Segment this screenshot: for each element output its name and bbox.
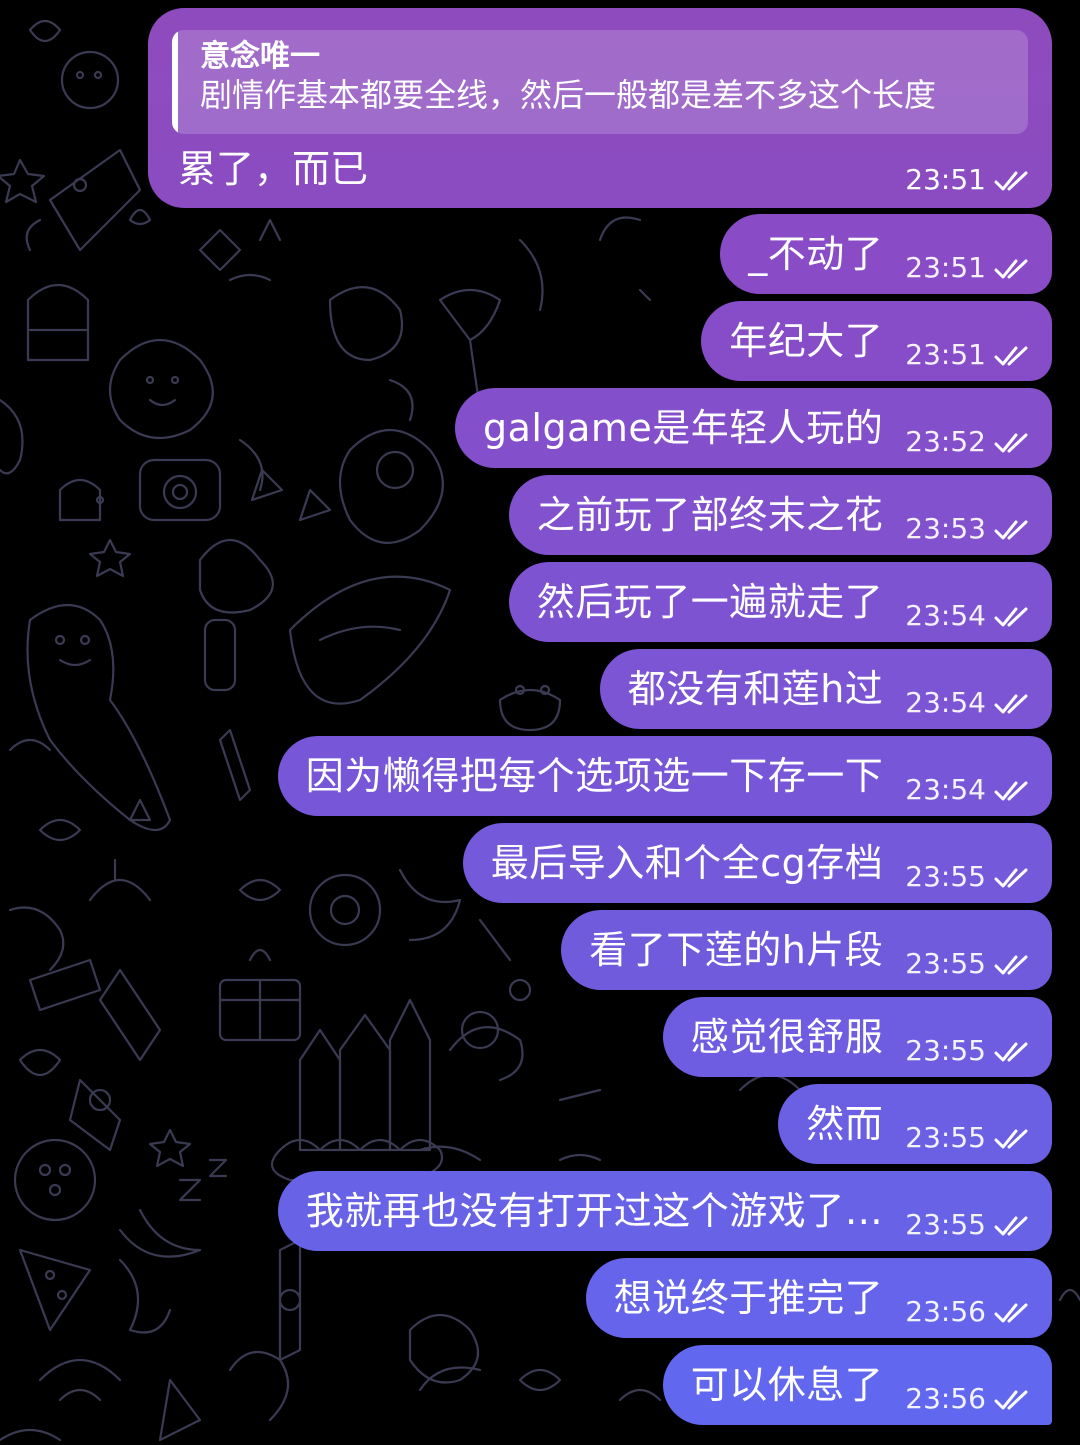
message-meta: 23:56 xyxy=(905,1385,1032,1413)
double-check-icon xyxy=(994,171,1028,191)
double-check-icon xyxy=(994,259,1028,279)
message-time: 23:56 xyxy=(905,1382,986,1415)
message-bubble[interactable]: 想说终于推完了 23:56 xyxy=(585,1258,1052,1338)
message-text: 感觉很舒服 xyxy=(690,1015,884,1059)
message-text: 都没有和莲h过 xyxy=(627,667,884,711)
message-text: 年纪大了 xyxy=(729,319,884,363)
double-check-icon xyxy=(994,1042,1028,1062)
message-meta: 23:55 xyxy=(905,1211,1032,1239)
message-time: 23:56 xyxy=(905,1295,986,1328)
chat-screen: 意念唯一 剧情作基本都要全线，然后一般都是差不多这个长度 累了，而已 23:51… xyxy=(0,0,1080,1445)
message-time: 23:53 xyxy=(905,512,986,545)
double-check-icon xyxy=(994,868,1028,888)
message-bubble[interactable]: galgame是年轻人玩的 23:52 xyxy=(455,388,1052,468)
message-bubble[interactable]: 我就再也没有打开过这个游戏了… 23:55 xyxy=(277,1171,1052,1251)
message-meta: 23:51 xyxy=(905,254,1032,282)
message-meta: 23:55 xyxy=(905,863,1032,891)
message-text: 我就再也没有打开过这个游戏了… xyxy=(305,1189,884,1233)
message-bubble[interactable]: 然后玩了一遍就走了 23:54 xyxy=(508,562,1052,642)
reply-quote-bar xyxy=(172,30,178,134)
message-meta: 23:54 xyxy=(905,776,1032,804)
message-bubble[interactable]: 看了下莲的h片段 23:55 xyxy=(561,910,1052,990)
double-check-icon xyxy=(994,607,1028,627)
double-check-icon xyxy=(994,694,1028,714)
message-time: 23:55 xyxy=(905,947,986,980)
message-time: 23:55 xyxy=(905,860,986,893)
message-text: 累了，而已 xyxy=(178,147,369,191)
message-meta: 23:54 xyxy=(905,602,1032,630)
message-time: 23:55 xyxy=(905,1208,986,1241)
message-time: 23:55 xyxy=(905,1121,986,1154)
message-bubble[interactable]: 感觉很舒服 23:55 xyxy=(662,997,1052,1077)
message-text: 看了下莲的h片段 xyxy=(589,928,884,972)
message-text: galgame是年轻人玩的 xyxy=(483,406,884,450)
double-check-icon xyxy=(994,433,1028,453)
message-meta: 23:55 xyxy=(905,1037,1032,1065)
message-text: 之前玩了部终末之花 xyxy=(536,493,884,537)
message-meta: 23:56 xyxy=(905,1298,1032,1326)
message-bubble[interactable]: _不动了 23:51 xyxy=(720,214,1052,294)
message-meta: 23:52 xyxy=(905,428,1032,456)
message-bubble[interactable]: 可以休息了 23:56 xyxy=(662,1345,1052,1425)
reply-quote-text: 剧情作基本都要全线，然后一般都是差不多这个长度 xyxy=(200,75,937,114)
double-check-icon xyxy=(994,520,1028,540)
message-text: 然而 xyxy=(806,1102,884,1146)
message-meta: 23:54 xyxy=(905,689,1032,717)
message-bubble[interactable]: 因为懒得把每个选项选一下存一下 23:54 xyxy=(277,736,1052,816)
message-time: 23:54 xyxy=(905,773,986,806)
message-meta: 23:51 xyxy=(905,166,1032,194)
message-time: 23:51 xyxy=(905,338,986,371)
message-text: 然后玩了一遍就走了 xyxy=(536,580,884,624)
message-time: 23:51 xyxy=(905,163,986,196)
message-bubble[interactable]: 然而 23:55 xyxy=(778,1084,1052,1164)
double-check-icon xyxy=(994,1390,1028,1410)
reply-message-bubble[interactable]: 意念唯一 剧情作基本都要全线，然后一般都是差不多这个长度 累了，而已 23:51 xyxy=(148,8,1052,208)
message-text: _不动了 xyxy=(748,232,884,276)
message-time: 23:54 xyxy=(905,686,986,719)
message-text: 最后导入和个全cg存档 xyxy=(490,841,884,885)
message-meta: 23:55 xyxy=(905,950,1032,978)
message-time: 23:54 xyxy=(905,599,986,632)
message-time: 23:52 xyxy=(905,425,986,458)
message-bubble[interactable]: 年纪大了 23:51 xyxy=(701,301,1052,381)
message-text: 因为懒得把每个选项选一下存一下 xyxy=(305,754,884,798)
message-meta: 23:53 xyxy=(905,515,1032,543)
message-bubble[interactable]: 都没有和莲h过 23:54 xyxy=(599,649,1052,729)
message-bubble[interactable]: 之前玩了部终末之花 23:53 xyxy=(508,475,1052,555)
double-check-icon xyxy=(994,781,1028,801)
message-text: 可以休息了 xyxy=(690,1363,884,1407)
message-time: 23:51 xyxy=(905,251,986,284)
message-time: 23:55 xyxy=(905,1034,986,1067)
message-meta: 23:55 xyxy=(905,1124,1032,1152)
double-check-icon xyxy=(994,955,1028,975)
message-bubble[interactable]: 最后导入和个全cg存档 23:55 xyxy=(462,823,1052,903)
reply-quote-author: 意念唯一 xyxy=(200,39,320,74)
message-meta: 23:51 xyxy=(905,341,1032,369)
double-check-icon xyxy=(994,1129,1028,1149)
reply-quote[interactable]: 意念唯一 剧情作基本都要全线，然后一般都是差不多这个长度 xyxy=(172,30,1028,134)
message-text: 想说终于推完了 xyxy=(613,1276,884,1320)
double-check-icon xyxy=(994,1303,1028,1323)
double-check-icon xyxy=(994,346,1028,366)
double-check-icon xyxy=(994,1216,1028,1236)
